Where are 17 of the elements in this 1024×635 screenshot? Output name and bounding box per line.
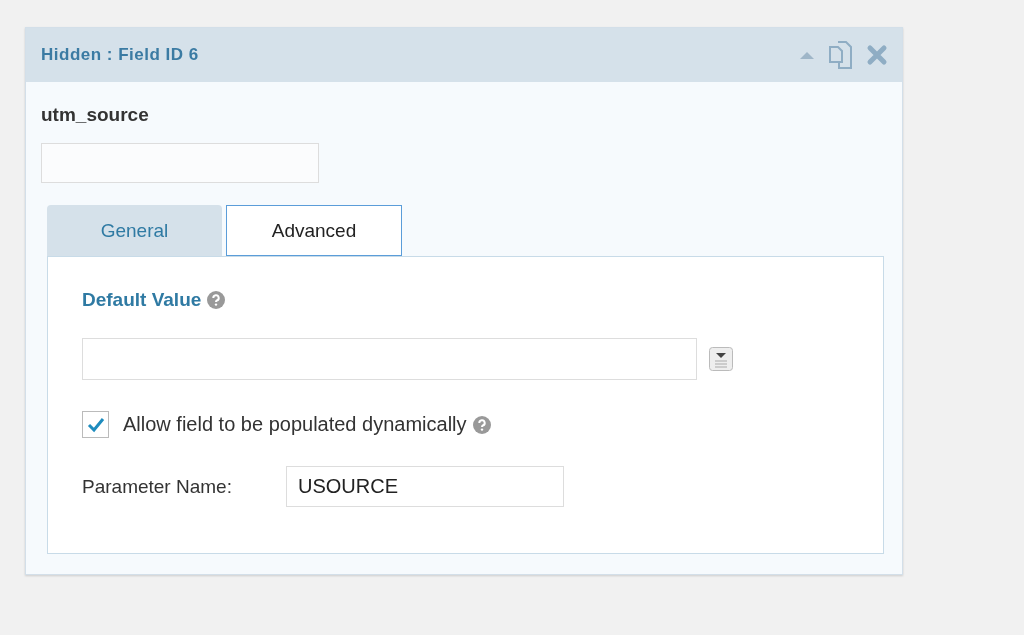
field-label: utm_source <box>41 104 150 126</box>
parameter-name-label: Parameter Name: <box>82 475 233 498</box>
checkbox-label: Allow field to be populated dynamically <box>123 413 467 436</box>
help-icon[interactable] <box>207 291 226 309</box>
panel-title: Hidden : Field ID 6 <box>41 45 199 65</box>
close-icon[interactable] <box>866 44 888 66</box>
tab[interactable]: General <box>47 205 222 256</box>
check-icon <box>85 415 106 434</box>
default-value-label: Default Value <box>82 289 202 311</box>
help-icon[interactable] <box>472 415 491 434</box>
parameter-name-input[interactable]: USOURCE <box>286 466 564 507</box>
collapse-icon[interactable] <box>798 49 816 61</box>
merge-tags-icon[interactable] <box>709 347 733 371</box>
default-value-input[interactable] <box>82 338 697 380</box>
field-input[interactable] <box>41 143 319 183</box>
checkbox[interactable] <box>82 411 109 438</box>
tab[interactable]: Advanced <box>226 205 402 256</box>
